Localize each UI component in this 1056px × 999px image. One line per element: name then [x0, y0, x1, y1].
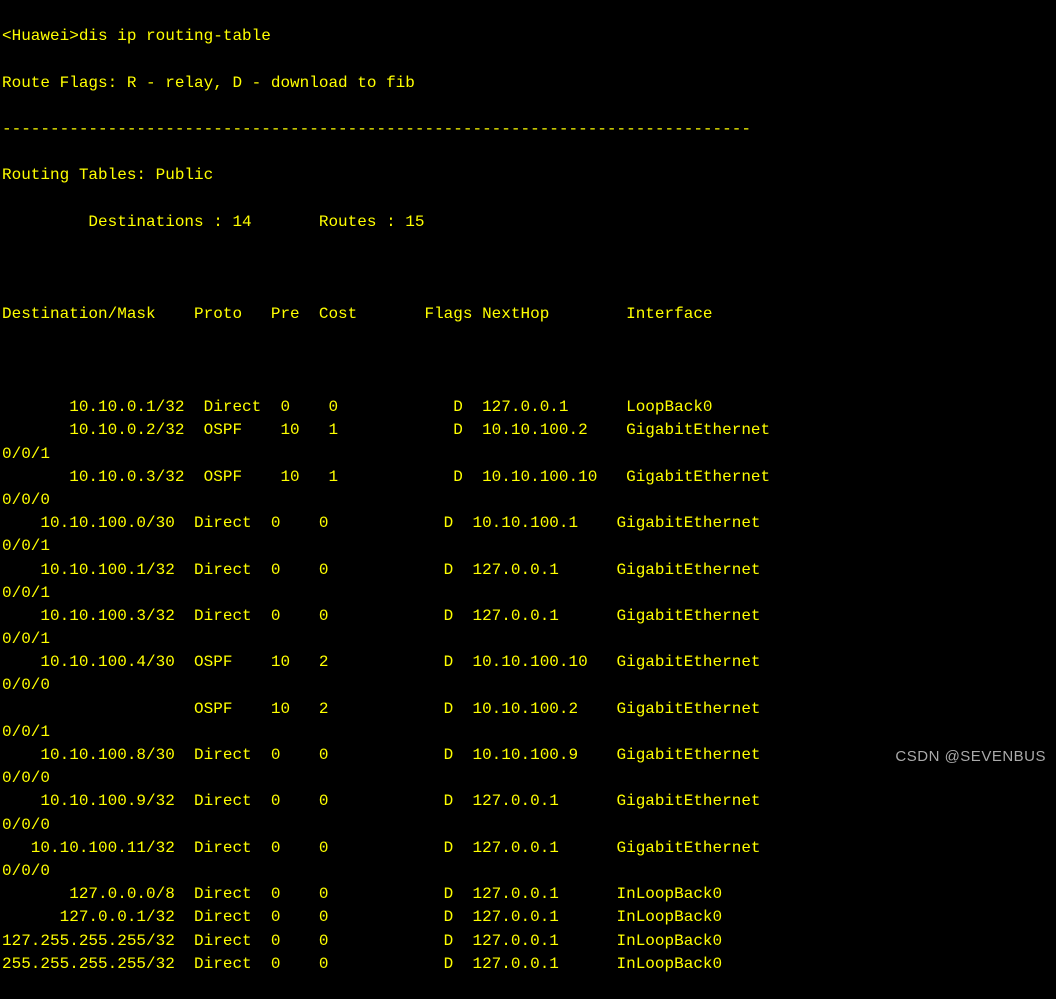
table-row: 127.255.255.255/32 Direct 0 0 D 127.0.0.…	[2, 930, 1056, 953]
table-row: 127.0.0.0/8 Direct 0 0 D 127.0.0.1 InLoo…	[2, 883, 1056, 906]
table-row-continuation: 0/0/1	[2, 582, 1056, 605]
table-row: 10.10.100.9/32 Direct 0 0 D 127.0.0.1 Gi…	[2, 790, 1056, 813]
table-row-continuation: 0/0/1	[2, 628, 1056, 651]
routing-rows: 10.10.0.1/32 Direct 0 0 D 127.0.0.1 Loop…	[2, 396, 1056, 976]
blank-line	[2, 350, 1056, 373]
table-row-continuation: 0/0/0	[2, 489, 1056, 512]
table-row: 255.255.255.255/32 Direct 0 0 D 127.0.0.…	[2, 953, 1056, 976]
table-row-continuation: 0/0/0	[2, 767, 1056, 790]
table-row: 10.10.0.3/32 OSPF 10 1 D 10.10.100.10 Gi…	[2, 466, 1056, 489]
separator-line: ----------------------------------------…	[2, 118, 1056, 141]
prompt: <Huawei>	[2, 27, 79, 45]
table-row: 10.10.100.3/32 Direct 0 0 D 127.0.0.1 Gi…	[2, 605, 1056, 628]
table-row-continuation: 0/0/0	[2, 814, 1056, 837]
table-row: 10.10.100.1/32 Direct 0 0 D 127.0.0.1 Gi…	[2, 559, 1056, 582]
column-headers: Destination/Mask Proto Pre Cost Flags Ne…	[2, 303, 1056, 326]
blank-line	[2, 257, 1056, 280]
table-row-continuation: 0/0/0	[2, 674, 1056, 697]
table-row: 10.10.100.11/32 Direct 0 0 D 127.0.0.1 G…	[2, 837, 1056, 860]
prompt-line[interactable]: <Huawei>dis ip routing-table	[2, 25, 1056, 48]
table-row: 10.10.0.2/32 OSPF 10 1 D 10.10.100.2 Gig…	[2, 419, 1056, 442]
table-row-continuation: 0/0/0	[2, 860, 1056, 883]
table-row-continuation: 0/0/1	[2, 443, 1056, 466]
table-row: 10.10.100.4/30 OSPF 10 2 D 10.10.100.10 …	[2, 651, 1056, 674]
table-row: 10.10.0.1/32 Direct 0 0 D 127.0.0.1 Loop…	[2, 396, 1056, 419]
terminal-output: <Huawei>dis ip routing-table Route Flags…	[2, 2, 1056, 999]
flags-description: Route Flags: R - relay, D - download to …	[2, 72, 1056, 95]
table-row: 10.10.100.0/30 Direct 0 0 D 10.10.100.1 …	[2, 512, 1056, 535]
table-row: OSPF 10 2 D 10.10.100.2 GigabitEthernet	[2, 698, 1056, 721]
command-text: dis ip routing-table	[79, 27, 271, 45]
watermark-text: CSDN @SEVENBUS	[895, 746, 1046, 768]
tables-header: Routing Tables: Public	[2, 164, 1056, 187]
table-row-continuation: 0/0/1	[2, 721, 1056, 744]
table-row: 127.0.0.1/32 Direct 0 0 D 127.0.0.1 InLo…	[2, 906, 1056, 929]
counts-line: Destinations : 14 Routes : 15	[2, 211, 1056, 234]
table-row-continuation: 0/0/1	[2, 535, 1056, 558]
